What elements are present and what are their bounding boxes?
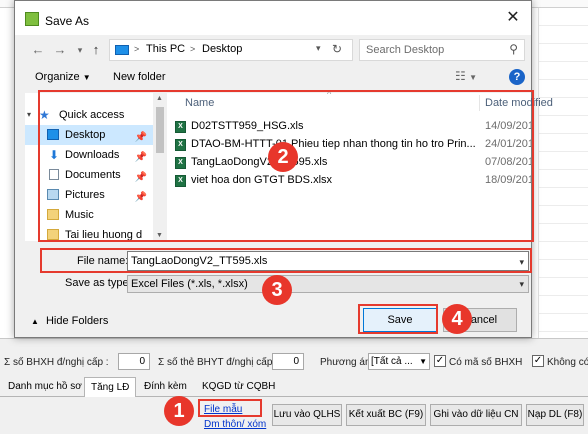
- breadcrumb-separator: >: [190, 44, 196, 54]
- annotation-badge-2: 2: [268, 142, 298, 172]
- khong-co-label: Không có: [547, 357, 588, 368]
- annotation-badge-1: 1: [164, 396, 194, 426]
- dialog-toolbar: Organize ▼ New folder ☷ ▼ ?: [15, 67, 531, 89]
- breadcrumb-this-pc[interactable]: This PC: [146, 43, 185, 55]
- search-input[interactable]: Search Desktop ⚲: [359, 39, 525, 61]
- annotation-box-save: [358, 304, 438, 334]
- luu-vao-qlhs-button[interactable]: Lưu vào QLHS: [272, 404, 342, 426]
- background-grid-column: [538, 8, 588, 338]
- phuong-an-label: Phương án: [320, 357, 371, 368]
- breadcrumb-separator: >: [134, 44, 140, 54]
- close-icon[interactable]: ✕: [503, 9, 523, 29]
- chevron-down-icon: ▼: [82, 73, 91, 82]
- app-icon: [25, 12, 39, 26]
- savetype-label: Save as type:: [65, 277, 132, 289]
- tab-kqgd-tu-cqbh[interactable]: KQGD từ CQBH: [196, 377, 281, 397]
- breadcrumb-desktop[interactable]: Desktop: [202, 43, 242, 55]
- bhxh-count-field[interactable]: 0: [118, 353, 150, 370]
- ket-xuat-bc-button[interactable]: Kết xuất BC (F9): [346, 404, 426, 426]
- bhxh-count-label: Σ số BHXH đ/nghị cấp :: [4, 357, 109, 368]
- chevron-down-icon: ▾: [27, 110, 32, 119]
- bhyt-count-label: Σ số thẻ BHYT đ/nghị cấp :: [158, 357, 278, 368]
- bhyt-count-field[interactable]: 0: [272, 353, 304, 370]
- forward-icon[interactable]: →: [51, 41, 69, 59]
- phuong-an-select[interactable]: [Tất cả ... ▼: [368, 353, 430, 370]
- chevron-down-icon: ▾: [519, 279, 524, 289]
- savetype-select[interactable]: Excel Files (*.xls, *.xlsx) ▾: [127, 275, 529, 293]
- search-icon[interactable]: ⚲: [509, 42, 518, 56]
- nap-dl-button[interactable]: Nạp DL (F8): [526, 404, 584, 426]
- up-icon[interactable]: ↑: [87, 41, 105, 59]
- refresh-icon[interactable]: ↻: [332, 42, 342, 56]
- dialog-titlebar: Save As ✕: [15, 1, 531, 35]
- annotation-box-filename: [40, 248, 532, 273]
- ghi-vao-du-lieu-button[interactable]: Ghi vào dữ liệu CN: [430, 404, 522, 426]
- address-bar[interactable]: > This PC > Desktop ▾ ↻: [109, 39, 353, 61]
- hide-folders-toggle[interactable]: ▲ Hide Folders: [31, 315, 108, 327]
- tab-tang-ld[interactable]: Tăng LĐ: [84, 377, 137, 397]
- view-options-icon[interactable]: ☷ ▼: [455, 69, 477, 83]
- this-pc-icon: [115, 45, 129, 55]
- dm-thon-xom-link[interactable]: Dm thôn/ xóm: [204, 419, 266, 430]
- chevron-up-icon: ▲: [31, 317, 39, 326]
- annotation-badge-3: 3: [262, 275, 292, 305]
- chevron-down-icon[interactable]: ▾: [316, 43, 321, 54]
- co-ma-so-label: Có mã số BHXH: [449, 357, 523, 368]
- search-placeholder: Search Desktop: [366, 44, 445, 56]
- tab-danh-muc-ho-so[interactable]: Danh mục hồ sơ: [2, 377, 88, 397]
- chevron-down-icon: ▼: [419, 357, 427, 366]
- dialog-title: Save As: [45, 14, 90, 28]
- co-ma-so-checkbox[interactable]: ✓: [434, 355, 446, 367]
- back-icon[interactable]: ←: [29, 41, 47, 59]
- annotation-box-file-mau: [198, 399, 262, 417]
- khong-co-checkbox[interactable]: ✓: [532, 355, 544, 367]
- help-icon[interactable]: ?: [509, 69, 525, 85]
- new-folder-button[interactable]: New folder: [113, 71, 166, 83]
- tab-dinh-kem[interactable]: Đính kèm: [138, 377, 193, 397]
- annotation-badge-4: 4: [442, 304, 472, 334]
- organize-menu[interactable]: Organize ▼: [35, 71, 91, 83]
